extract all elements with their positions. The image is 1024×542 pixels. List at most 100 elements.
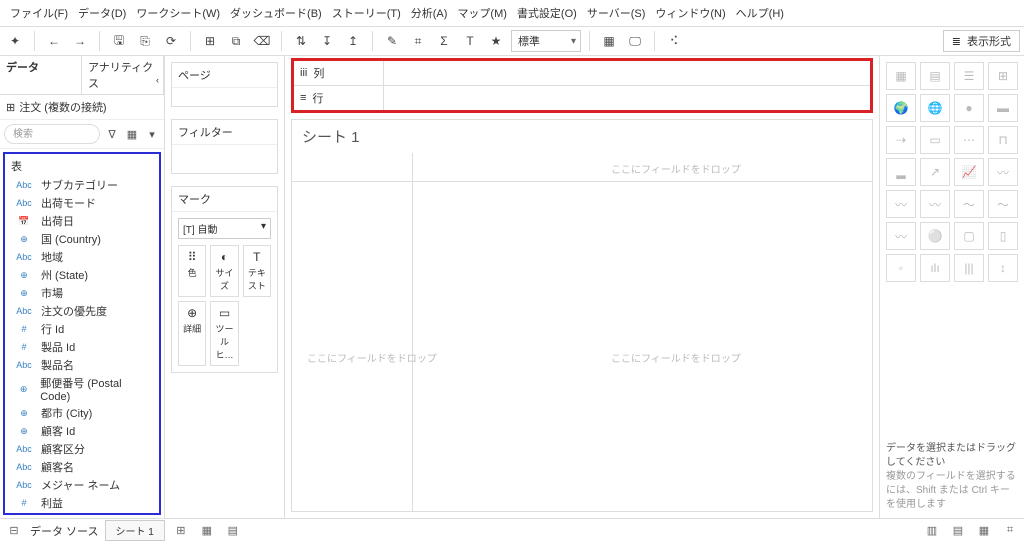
- field-item[interactable]: Abc顧客名: [5, 458, 159, 476]
- menu-item[interactable]: ウィンドウ(N): [651, 3, 729, 23]
- swap-button[interactable]: ⇅: [290, 30, 312, 52]
- chart-type-thumb[interactable]: ⊓: [988, 126, 1018, 154]
- field-item[interactable]: #行 Id: [5, 320, 159, 338]
- field-item[interactable]: Abcメジャー ネーム: [5, 476, 159, 494]
- chart-type-thumb[interactable]: ↗: [920, 158, 950, 186]
- field-item[interactable]: #製品 Id: [5, 338, 159, 356]
- sort-asc-button[interactable]: ↧: [316, 30, 338, 52]
- tab-analytics[interactable]: アナリティクス‹: [82, 56, 164, 94]
- field-item[interactable]: Abc顧客区分: [5, 440, 159, 458]
- field-item[interactable]: ⊕国 (Country): [5, 230, 159, 248]
- chart-type-thumb[interactable]: |||: [954, 254, 984, 282]
- mark-cell[interactable]: ▭ツールヒ…: [210, 301, 238, 366]
- field-item[interactable]: Abcサブカテゴリー: [5, 176, 159, 194]
- duplicate-button[interactable]: ⧉: [225, 30, 247, 52]
- field-item[interactable]: 📅出荷日: [5, 212, 159, 230]
- chart-type-thumb[interactable]: ⋯: [954, 126, 984, 154]
- chart-type-thumb[interactable]: ⊞: [988, 62, 1018, 90]
- columns-drop[interactable]: [384, 61, 870, 85]
- field-item[interactable]: Abc製品名: [5, 356, 159, 374]
- chart-type-thumb[interactable]: 〰: [920, 190, 950, 218]
- field-item[interactable]: ⊕顧客 Id: [5, 422, 159, 440]
- chart-type-thumb[interactable]: ↕: [988, 254, 1018, 282]
- search-input[interactable]: 検索: [4, 124, 100, 144]
- field-item[interactable]: ⊕郵便番号 (Postal Code): [5, 374, 159, 404]
- chart-type-thumb[interactable]: 〰: [886, 222, 916, 250]
- chart-type-thumb[interactable]: ılı: [920, 254, 950, 282]
- group-button[interactable]: ⌗: [407, 30, 429, 52]
- datasource-row[interactable]: ⊞ 注文 (複数の接続): [0, 95, 164, 120]
- fit-select[interactable]: 標準: [511, 30, 581, 52]
- forward-button[interactable]: →: [69, 30, 91, 52]
- tab-data[interactable]: データ: [0, 56, 82, 94]
- share-button[interactable]: ⠪: [663, 30, 685, 52]
- cards-button[interactable]: ▦: [598, 30, 620, 52]
- menu-item[interactable]: ヘルプ(H): [732, 3, 788, 23]
- back-button[interactable]: ←: [43, 30, 65, 52]
- new-story-button[interactable]: ▤: [223, 524, 243, 537]
- field-item[interactable]: ⊕州 (State): [5, 266, 159, 284]
- menu-item[interactable]: マップ(M): [453, 3, 511, 23]
- chart-type-thumb[interactable]: ▬: [988, 94, 1018, 122]
- view-icon[interactable]: ▦: [124, 128, 140, 141]
- menu-item[interactable]: ファイル(F): [6, 3, 72, 23]
- filter-icon[interactable]: ∇: [104, 128, 120, 141]
- footer-icon-3[interactable]: ▦: [974, 524, 994, 537]
- chart-type-thumb[interactable]: ⚪: [920, 222, 950, 250]
- datasource-tab-icon[interactable]: ⊟: [4, 524, 24, 537]
- chart-type-thumb[interactable]: ◦: [886, 254, 916, 282]
- field-item[interactable]: Abc注文の優先度: [5, 302, 159, 320]
- filters-drop[interactable]: [172, 145, 277, 173]
- pin-button[interactable]: ★: [485, 30, 507, 52]
- show-me-button[interactable]: ≣ 表示形式: [943, 30, 1020, 52]
- rows-drop[interactable]: [384, 86, 870, 110]
- field-item[interactable]: ⊕市場: [5, 284, 159, 302]
- menu-item[interactable]: 分析(A): [407, 3, 452, 23]
- chart-type-thumb[interactable]: 📈: [954, 158, 984, 186]
- footer-icon-1[interactable]: ▥: [922, 524, 942, 537]
- mark-cell[interactable]: ⠿色: [178, 245, 206, 297]
- footer-icon-4[interactable]: ⌗: [1000, 524, 1020, 537]
- chart-type-thumb[interactable]: ▯: [988, 222, 1018, 250]
- rows-shelf[interactable]: ≡行: [294, 86, 870, 110]
- field-item[interactable]: Abc出荷モード: [5, 194, 159, 212]
- chart-type-thumb[interactable]: ▤: [920, 62, 950, 90]
- sheet-title[interactable]: シート 1: [292, 120, 872, 153]
- chart-type-thumb[interactable]: 〜: [988, 190, 1018, 218]
- chart-type-thumb[interactable]: 〰: [886, 190, 916, 218]
- menu-item[interactable]: 書式設定(O): [513, 3, 581, 23]
- chart-type-thumb[interactable]: 🌐: [920, 94, 950, 122]
- footer-icon-2[interactable]: ▤: [948, 524, 968, 537]
- menu-item[interactable]: データ(D): [74, 3, 130, 23]
- save-button[interactable]: 🖫: [108, 30, 130, 52]
- chart-type-thumb[interactable]: ▦: [886, 62, 916, 90]
- field-item[interactable]: ⊕都市 (City): [5, 404, 159, 422]
- new-worksheet-button[interactable]: ⊞: [171, 524, 191, 537]
- chart-type-thumb[interactable]: ▭: [920, 126, 950, 154]
- chart-type-thumb[interactable]: 〰: [988, 158, 1018, 186]
- present-button[interactable]: 🖵: [624, 30, 646, 52]
- chart-type-thumb[interactable]: ▢: [954, 222, 984, 250]
- viz-canvas[interactable]: ここにフィールドをドロップ ここにフィールドをドロップ ここにフィールドをドロッ…: [292, 153, 872, 511]
- mark-cell[interactable]: Tテキスト: [243, 245, 271, 297]
- labels-button[interactable]: T: [459, 30, 481, 52]
- pages-drop[interactable]: [172, 88, 277, 106]
- tableau-icon[interactable]: ✦: [4, 30, 26, 52]
- dropdown-icon[interactable]: ▾: [144, 128, 160, 141]
- chart-type-thumb[interactable]: ☰: [954, 62, 984, 90]
- field-item[interactable]: Abc地域: [5, 248, 159, 266]
- sort-desc-button[interactable]: ↥: [342, 30, 364, 52]
- new-sheet-button[interactable]: ⊞: [199, 30, 221, 52]
- field-item[interactable]: #割引: [5, 512, 159, 515]
- mark-cell[interactable]: ◐サイズ: [210, 245, 238, 297]
- menu-item[interactable]: ダッシュボード(B): [226, 3, 326, 23]
- menu-item[interactable]: ワークシート(W): [132, 3, 224, 23]
- chart-type-thumb[interactable]: ▂: [886, 158, 916, 186]
- menu-item[interactable]: ストーリー(T): [328, 3, 405, 23]
- menu-item[interactable]: サーバー(S): [583, 3, 650, 23]
- chart-type-thumb[interactable]: ●: [954, 94, 984, 122]
- chart-type-thumb[interactable]: 🌍: [886, 94, 916, 122]
- refresh-button[interactable]: ⟳: [160, 30, 182, 52]
- sheet-tab-1[interactable]: シート 1: [105, 520, 165, 541]
- mark-cell[interactable]: ⊕詳細: [178, 301, 206, 366]
